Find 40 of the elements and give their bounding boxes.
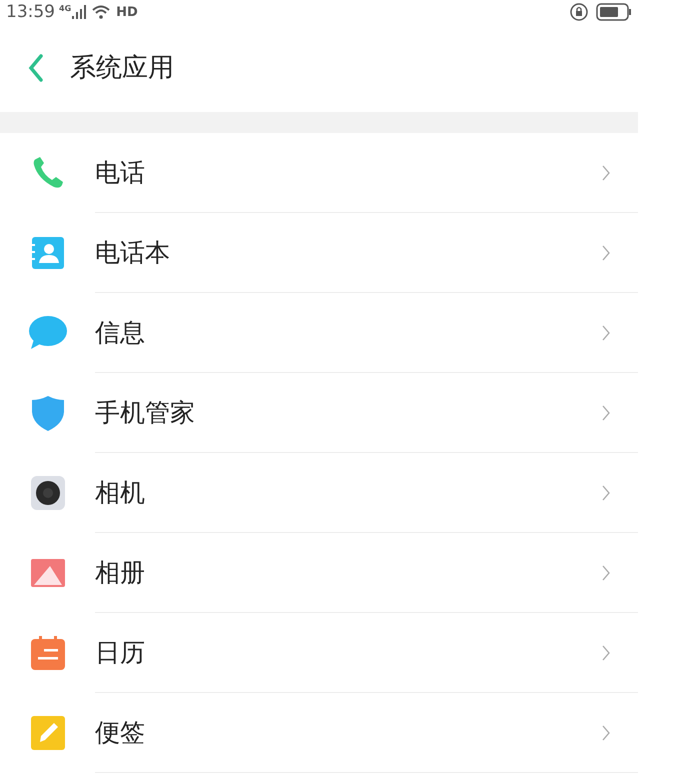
hd-label: HD: [116, 6, 138, 18]
chevron-icon: [602, 565, 610, 581]
item-label: 便签: [95, 717, 145, 750]
settings-item[interactable]: 电话: [0, 133, 638, 213]
shield-icon: [30, 394, 66, 432]
gallery-icon: [30, 558, 66, 588]
item-label: 日历: [95, 637, 145, 670]
signal-icon: [72, 5, 86, 19]
chevron-icon: [602, 645, 610, 661]
settings-item[interactable]: 电话本: [0, 213, 638, 293]
chevron-icon: [602, 165, 610, 181]
camera-icon: [30, 475, 66, 511]
settings-item[interactable]: 相机: [0, 453, 638, 533]
item-label: 信息: [95, 317, 145, 350]
item-label: 电话: [95, 157, 145, 190]
status-time: 13:59: [6, 4, 55, 20]
chevron-icon: [602, 405, 610, 421]
wifi-icon: [92, 5, 112, 19]
chevron-icon: [602, 325, 610, 341]
calendar-icon: [30, 635, 66, 671]
contacts-icon: [30, 235, 66, 271]
settings-item[interactable]: 便签: [0, 693, 638, 773]
page-title: 系统应用: [70, 52, 174, 84]
chevron-icon: [602, 245, 610, 261]
item-label: 手机管家: [95, 397, 195, 430]
settings-item[interactable]: 信息: [0, 293, 638, 373]
pencil-note-icon: [30, 715, 66, 751]
settings-item[interactable]: 日历: [0, 613, 638, 693]
battery-icon: [596, 3, 632, 21]
back-chevron-icon: [28, 54, 44, 82]
item-label: 相册: [95, 557, 145, 590]
chevron-icon: [602, 485, 610, 501]
item-label: 相机: [95, 477, 145, 510]
settings-item[interactable]: 手机管家: [0, 373, 638, 453]
settings-item[interactable]: 相册: [0, 533, 638, 613]
network-type: 4G: [59, 5, 72, 13]
item-label: 电话本: [95, 237, 170, 270]
chat-bubble-icon: [28, 315, 68, 351]
rotation-lock-icon: [570, 3, 588, 21]
chevron-icon: [602, 725, 610, 741]
